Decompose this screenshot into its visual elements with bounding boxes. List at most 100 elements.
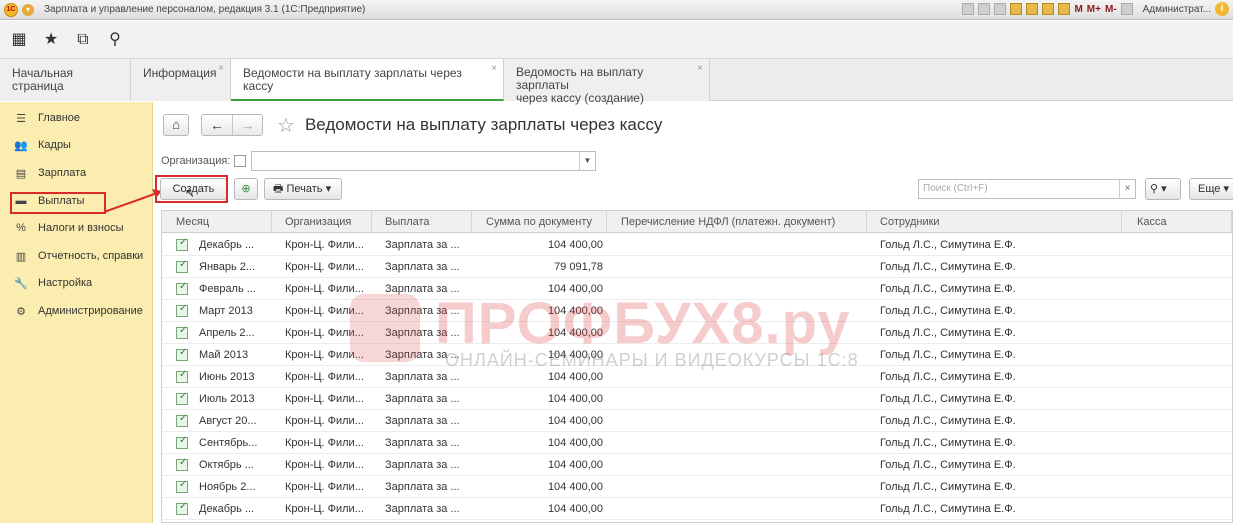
cell-ndfl-transfer [607, 432, 867, 454]
sidebar-item-label: Администрирование [38, 305, 143, 317]
sidebar-item-label: Зарплата [38, 167, 87, 179]
table-row[interactable]: Февраль ... Крон-Ц. Фили... Зарплата за ..… [162, 278, 1232, 300]
table-row[interactable]: Июнь 2013 Крон-Ц. Фили... Зарплата за ... 1… [162, 366, 1232, 388]
cell-payout: Зарплата за ... [385, 283, 460, 295]
help-icon[interactable]: i [1215, 2, 1229, 16]
cell-employees: Гольд Л.С., Симутина Е.Ф. [880, 393, 1016, 405]
sidebar-item-settings[interactable]: 🔧 Настройка [14, 273, 92, 293]
apps-grid-icon[interactable]: ▦ [10, 31, 28, 49]
table-row[interactable]: Декабрь ... Крон-Ц. Фили... Зарплата за ..… [162, 234, 1232, 256]
back-arrow-icon[interactable]: ← [202, 115, 232, 135]
table-row[interactable]: Январь 2... Крон-Ц. Фили... Зарплата за ..… [162, 256, 1232, 278]
close-icon[interactable]: × [491, 63, 497, 74]
cell-payout: Зарплата за ... [385, 239, 460, 251]
tab-payroll-statements-list[interactable]: Ведомости на выплату зарплаты через касс… [231, 59, 504, 101]
cell-organization: Крон-Ц. Фили... [285, 305, 364, 317]
more-button[interactable]: Еще ▾ [1189, 178, 1233, 200]
column-organization[interactable]: Организация [272, 211, 372, 233]
memory-minus-button[interactable]: M- [1105, 4, 1117, 15]
table-row[interactable]: Декабрь ... Крон-Ц. Фили... Зарплата за ..… [162, 498, 1232, 520]
clear-search-icon[interactable]: × [1119, 180, 1135, 198]
table-row[interactable]: Сентябрь... Крон-Ц. Фили... Зарплата за ..… [162, 432, 1232, 454]
cell-cashbox [1122, 498, 1232, 520]
memory-button[interactable]: M [1074, 4, 1082, 15]
favorites-icon[interactable] [1010, 3, 1023, 15]
preview-icon[interactable] [994, 3, 1007, 15]
find-button[interactable]: ⚲ ▾ [1145, 178, 1181, 200]
column-payout[interactable]: Выплата [372, 211, 472, 233]
save-icon[interactable] [962, 3, 975, 15]
close-icon[interactable]: × [218, 63, 224, 74]
tab-home-page[interactable]: Начальная страница [0, 59, 131, 101]
cell-amount: 104 400,00 [547, 459, 603, 471]
magnifier-icon: ⚲ [1150, 183, 1159, 195]
chevron-down-icon: ▾ [325, 183, 332, 195]
column-month[interactable]: Месяц [162, 211, 272, 233]
print-icon[interactable] [978, 3, 991, 15]
cell-employees: Гольд Л.С., Симутина Е.Ф. [880, 415, 1016, 427]
tab-payroll-statement-create[interactable]: Ведомость на выплату зарплаты через касс… [504, 59, 710, 105]
table-row[interactable]: Март 2013 Крон-Ц. Фили... Зарплата за ... 1… [162, 300, 1232, 322]
favorites-star-icon[interactable]: ★ [42, 31, 60, 49]
table-row[interactable]: Ноябрь 2... Крон-Ц. Фили... Зарплата за ..… [162, 476, 1232, 498]
column-employees[interactable]: Сотрудники [867, 211, 1122, 233]
reports-icon: ▥ [15, 250, 27, 263]
cell-ndfl-transfer [607, 366, 867, 388]
table-row[interactable]: Май 2013 Крон-Ц. Фили... Зарплата за ... 10… [162, 344, 1232, 366]
cell-ndfl-transfer [607, 410, 867, 432]
calculator-icon[interactable] [1058, 3, 1071, 15]
tab-information[interactable]: Информация × [131, 59, 231, 101]
print-button[interactable]: 🖶 Печать ▾ [264, 178, 342, 200]
column-cashbox[interactable]: Касса [1122, 211, 1232, 233]
calendar-icon[interactable] [1042, 3, 1055, 15]
window-title-bar: 1C ▾ Зарплата и управление персоналом, р… [0, 0, 1233, 20]
open-windows-tabs: Начальная страница Информация × Ведомост… [0, 59, 1233, 105]
search-input[interactable]: Поиск (Ctrl+F) × [918, 179, 1136, 199]
main-menu-icon[interactable]: ▾ [22, 3, 34, 16]
cell-payout: Зарплата за ... [385, 393, 460, 405]
cell-organization: Крон-Ц. Фили... [285, 371, 364, 383]
home-button[interactable]: ⌂ [163, 114, 189, 136]
cell-payout: Зарплата за ... [385, 349, 460, 361]
cell-cashbox [1122, 344, 1232, 366]
app-logo-icon: 1C [4, 2, 18, 17]
sidebar-item-personnel[interactable]: 👥 Кадры [14, 135, 71, 155]
memory-plus-button[interactable]: M+ [1087, 4, 1101, 15]
sidebar-item-main[interactable]: ☰ Главное [14, 108, 80, 128]
cell-employees: Гольд Л.С., Симутина Е.Ф. [880, 327, 1016, 339]
forward-arrow-icon[interactable]: → [232, 115, 262, 135]
cell-organization: Крон-Ц. Фили... [285, 327, 364, 339]
chevron-down-icon[interactable]: ▼ [579, 152, 595, 170]
column-amount[interactable]: Сумма по документу [472, 211, 607, 233]
table-row[interactable]: Июль 2013 Крон-Ц. Фили... Зарплата за ... 1… [162, 388, 1232, 410]
table-row[interactable]: Октябрь ... Крон-Ц. Фили... Зарплата за ..… [162, 454, 1232, 476]
search-icon[interactable]: ⚲ [106, 31, 124, 49]
organization-filter-checkbox[interactable] [234, 155, 247, 167]
table-row[interactable]: Апрель 2... Крон-Ц. Фили... Зарплата за ..… [162, 322, 1232, 344]
organization-filter: Организация: ▼ [161, 151, 596, 171]
cell-ndfl-transfer [607, 322, 867, 344]
history-icon[interactable]: ⧉ [74, 31, 92, 49]
cell-ndfl-transfer [607, 344, 867, 366]
panels-icon[interactable] [1120, 3, 1133, 15]
sidebar-item-salary[interactable]: ▤ Зарплата [14, 163, 86, 183]
cell-month: Июнь 2013 [199, 371, 255, 383]
current-user[interactable]: Администрат... [1143, 4, 1211, 15]
organization-select[interactable]: ▼ [251, 151, 596, 171]
home-icon[interactable] [1026, 3, 1039, 15]
cell-cashbox [1122, 410, 1232, 432]
copy-button[interactable]: ⊕ [234, 178, 258, 200]
cell-cashbox [1122, 300, 1232, 322]
cell-organization: Крон-Ц. Фили... [285, 415, 364, 427]
sidebar-item-administration[interactable]: ⚙ Администрирование [14, 301, 143, 321]
sidebar-item-label: Настройка [38, 277, 93, 289]
table-row[interactable]: Август 20... Крон-Ц. Фили... Зарплата за .… [162, 410, 1232, 432]
add-to-favorites-star-icon[interactable]: ☆ [277, 113, 295, 138]
sidebar-item-reports[interactable]: ▥ Отчетность, справки [14, 246, 143, 266]
sidebar-item-taxes[interactable]: % Налоги и взносы [14, 218, 123, 238]
column-ndfl-transfer[interactable]: Перечисление НДФЛ (платежн. документ) [607, 211, 867, 233]
gear-icon: ⚙ [16, 305, 26, 318]
cell-month: Сентябрь... [199, 437, 258, 449]
cell-payout: Зарплата за ... [385, 459, 460, 471]
close-icon[interactable]: × [697, 63, 703, 74]
